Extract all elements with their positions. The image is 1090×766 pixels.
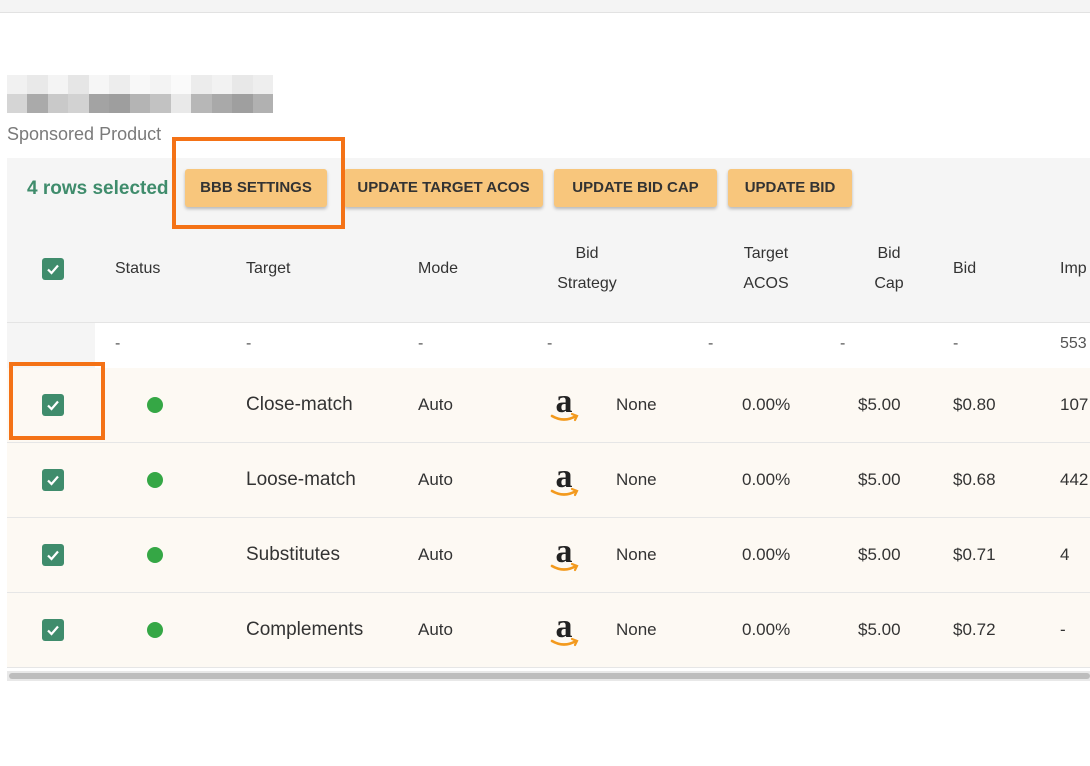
target-name[interactable]: Substitutes <box>246 544 340 566</box>
header-target-acos-line1: Target <box>743 245 789 262</box>
bid-cap-value[interactable]: $5.00 <box>858 545 901 565</box>
checkmark-icon <box>47 550 59 561</box>
bid-value[interactable]: $0.72 <box>953 620 996 640</box>
summary-row-background <box>95 323 1090 368</box>
impressions-value: - <box>1060 620 1066 639</box>
impressions-value: 4 <box>1060 545 1070 564</box>
table-row[interactable]: Loose-match Auto a None 0.00% $5.00 $0.68 442 <box>7 443 1090 518</box>
target-name[interactable]: Complements <box>246 619 363 641</box>
blurred-product-name <box>7 75 273 113</box>
mode-value: Auto <box>418 470 453 489</box>
svg-text:a: a <box>556 610 573 645</box>
header-bid-cap-line1: Bid <box>877 245 901 262</box>
bid-cap-value[interactable]: $5.00 <box>858 470 901 490</box>
impressions-value: 107 <box>1060 395 1089 414</box>
row-checkbox[interactable] <box>42 544 64 566</box>
header-impressions[interactable]: Imp <box>1060 254 1087 284</box>
checkmark-icon <box>47 625 59 636</box>
amazon-icon: a <box>546 458 582 500</box>
status-active-icon[interactable] <box>147 547 163 563</box>
top-bar <box>0 0 1090 13</box>
header-mode[interactable]: Mode <box>418 254 458 284</box>
svg-text:a: a <box>556 535 573 570</box>
header-bid-strategy-line2: Strategy <box>557 275 617 292</box>
checkmark-icon <box>47 400 59 411</box>
impressions-value: 442 <box>1060 470 1089 489</box>
table-header: Status Target Mode Bid Strategy Target A… <box>7 220 1090 323</box>
selected-rows-count: 4 rows selected <box>27 178 169 199</box>
svg-text:a: a <box>556 460 573 495</box>
summary-impressions: 553 <box>1060 335 1087 352</box>
bid-value[interactable]: $0.80 <box>953 395 996 415</box>
header-bid-cap[interactable]: Bid Cap <box>869 239 909 299</box>
mode-value: Auto <box>418 545 453 564</box>
campaign-type-label: Sponsored Product <box>7 124 162 144</box>
bid-strategy-value[interactable]: None <box>616 620 657 640</box>
status-active-icon[interactable] <box>147 472 163 488</box>
header-bid[interactable]: Bid <box>953 254 976 284</box>
status-active-icon[interactable] <box>147 397 163 413</box>
targets-table: Status Target Mode Bid Strategy Target A… <box>7 220 1090 668</box>
update-bid-cap-button[interactable]: UPDATE BID CAP <box>554 169 717 207</box>
summary-row: - - - - - - - 553 <box>7 323 1090 368</box>
bid-value[interactable]: $0.71 <box>953 545 996 565</box>
header-target-acos-line2: ACOS <box>743 275 789 292</box>
target-acos-value[interactable]: 0.00% <box>742 395 790 415</box>
svg-text:a: a <box>556 385 573 420</box>
update-bid-button[interactable]: UPDATE BID <box>728 169 852 207</box>
bid-cap-value[interactable]: $5.00 <box>858 620 901 640</box>
summary-target: - <box>246 335 252 352</box>
target-acos-value[interactable]: 0.00% <box>742 620 790 640</box>
row-checkbox[interactable] <box>42 394 64 416</box>
bid-cap-value[interactable]: $5.00 <box>858 395 901 415</box>
bbb-settings-button[interactable]: BBB SETTINGS <box>185 169 327 207</box>
table-row[interactable]: Close-match Auto a None 0.00% $5.00 $0.80 107 <box>7 368 1090 443</box>
amazon-icon: a <box>546 533 582 575</box>
select-all-checkbox[interactable] <box>42 258 64 280</box>
horizontal-scrollbar[interactable] <box>7 671 1090 681</box>
header-bid-strategy-line1: Bid <box>575 245 599 262</box>
amazon-icon: a <box>546 383 582 425</box>
table-row[interactable]: Complements Auto a None 0.00% $5.00 $0.72 - <box>7 593 1090 668</box>
target-name[interactable]: Close-match <box>246 394 353 416</box>
bulk-action-toolbar: 4 rows selected BBB SETTINGS UPDATE TARG… <box>7 158 1090 220</box>
checkmark-icon <box>47 475 59 486</box>
bid-value[interactable]: $0.68 <box>953 470 996 490</box>
header-target-acos[interactable]: Target ACOS <box>732 239 800 299</box>
bid-strategy-value[interactable]: None <box>616 545 657 565</box>
summary-status: - <box>115 335 121 352</box>
status-active-icon[interactable] <box>147 622 163 638</box>
row-checkbox[interactable] <box>42 619 64 641</box>
header-bid-strategy[interactable]: Bid Strategy <box>547 239 627 299</box>
amazon-icon: a <box>546 608 582 650</box>
row-checkbox[interactable] <box>42 469 64 491</box>
target-name[interactable]: Loose-match <box>246 469 356 491</box>
table-row[interactable]: Substitutes Auto a None 0.00% $5.00 $0.71 4 <box>7 518 1090 593</box>
target-acos-value[interactable]: 0.00% <box>742 545 790 565</box>
summary-strategy-value: - <box>708 335 714 352</box>
header-status[interactable]: Status <box>115 254 160 284</box>
header-bid-cap-line2: Cap <box>874 275 904 292</box>
summary-bid: - <box>953 335 959 352</box>
target-acos-value[interactable]: 0.00% <box>742 470 790 490</box>
summary-target-acos: - <box>840 335 846 352</box>
summary-mode: - <box>418 335 424 352</box>
summary-bid-strategy: - <box>547 335 553 352</box>
bid-strategy-value[interactable]: None <box>616 470 657 490</box>
update-target-acos-button[interactable]: UPDATE TARGET ACOS <box>344 169 543 207</box>
bid-strategy-value[interactable]: None <box>616 395 657 415</box>
mode-value: Auto <box>418 620 453 639</box>
mode-value: Auto <box>418 395 453 414</box>
scrollbar-thumb[interactable] <box>9 673 1090 679</box>
header-target[interactable]: Target <box>246 254 290 284</box>
checkmark-icon <box>47 264 59 275</box>
